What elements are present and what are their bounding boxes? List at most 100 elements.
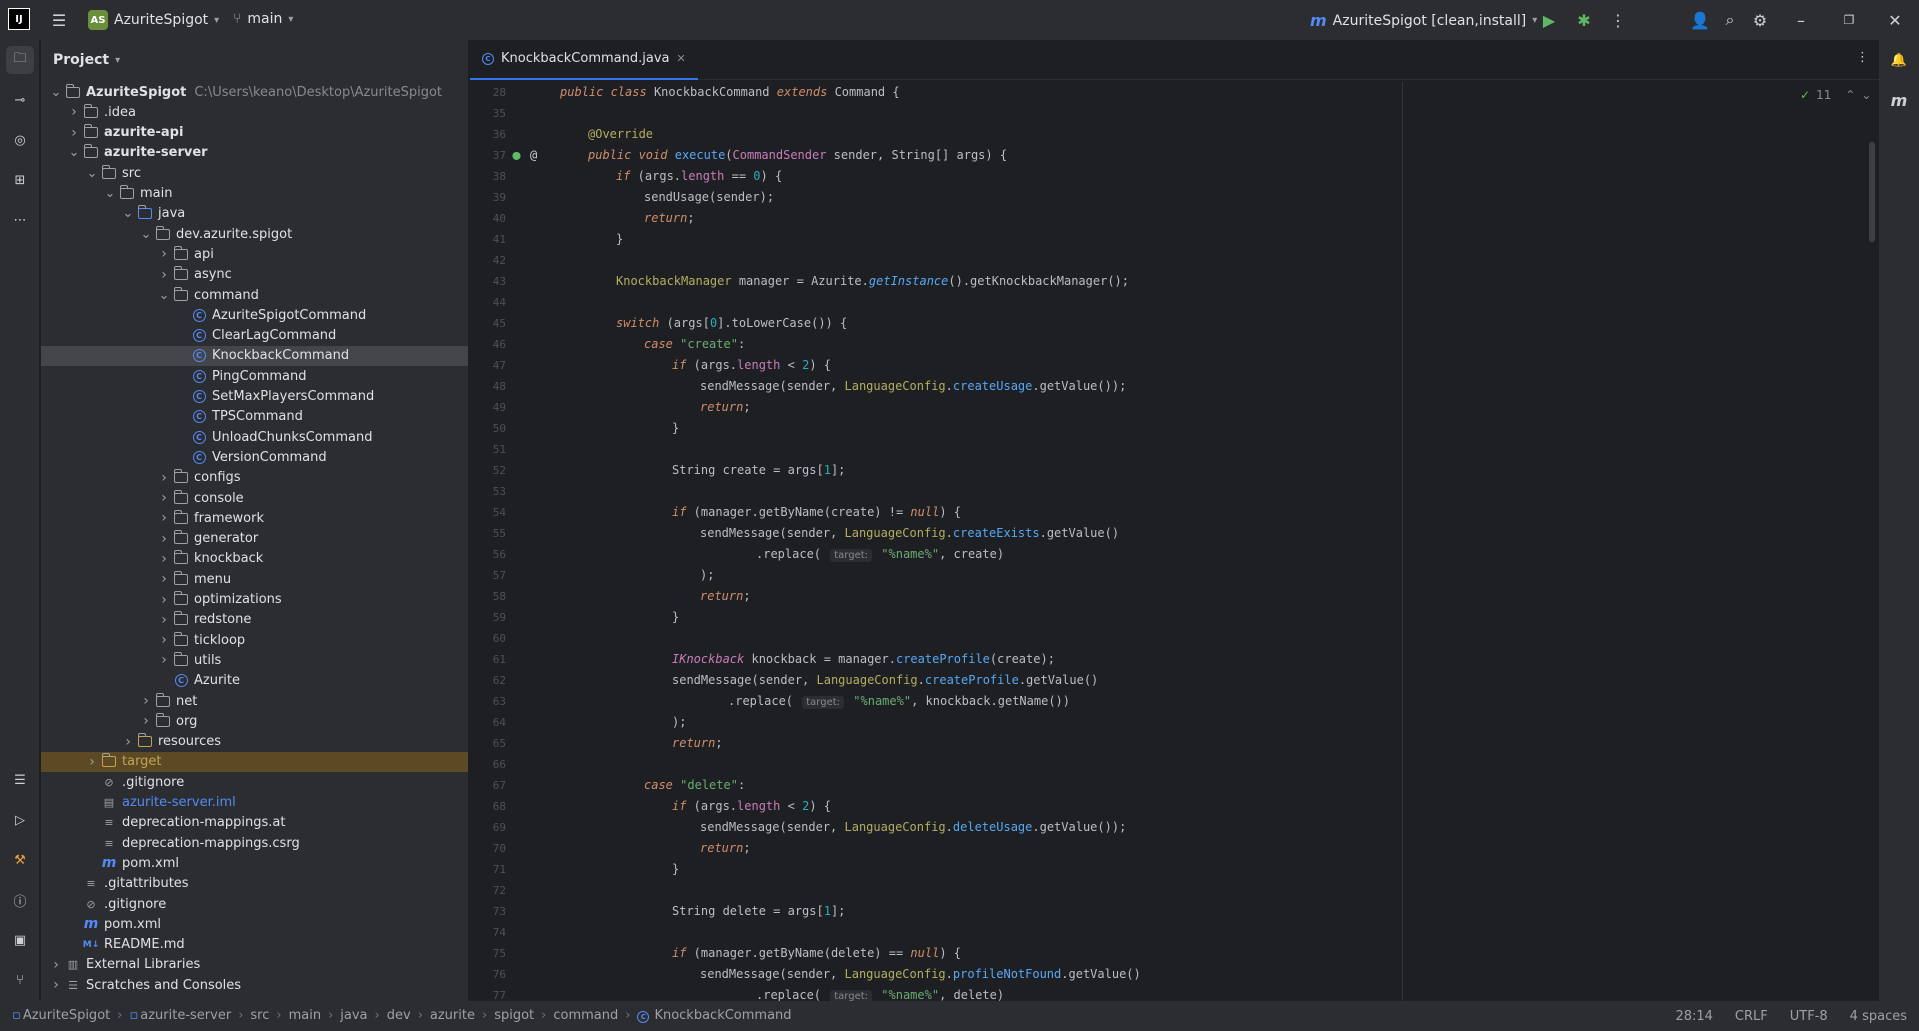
more-actions-icon[interactable]: ⋮ — [1604, 6, 1632, 34]
breadcrumb-item[interactable]: src — [250, 1008, 269, 1023]
tree-node[interactable]: › .idea — [41, 102, 468, 122]
project-switcher[interactable]: AS AzuriteSpigot ▾ — [88, 10, 219, 30]
structure-icon[interactable]: ⊞ — [6, 166, 34, 194]
run-config-selector[interactable]: m AzuriteSpigot [clean,install] ▾ — [1310, 11, 1537, 30]
chevron-right-icon[interactable]: › — [67, 104, 81, 120]
tree-node[interactable]: C ClearLagCommand — [41, 326, 468, 346]
tree-node[interactable]: C SetMaxPlayersCommand — [41, 387, 468, 407]
tree-node[interactable]: › async — [41, 265, 468, 285]
tree-node[interactable]: ⊘ .gitignore — [41, 772, 468, 792]
inspection-widget[interactable]: ✓ 11 ⌃ ⌄ — [1800, 88, 1871, 102]
tree-node[interactable]: ⊘ .gitignore — [41, 894, 468, 914]
tree-node[interactable]: ⌄ azurite-server — [41, 143, 468, 163]
breadcrumb-item[interactable]: java — [340, 1008, 367, 1023]
tree-node[interactable]: › azurite-api — [41, 123, 468, 143]
close-window-icon[interactable]: ✕ — [1881, 6, 1909, 34]
breadcrumb-item[interactable]: main — [289, 1008, 321, 1023]
tree-node[interactable]: › console — [41, 488, 468, 508]
tree-node[interactable]: C TPSCommand — [41, 407, 468, 427]
breadcrumb-item[interactable]: dev — [387, 1008, 411, 1023]
tree-node[interactable]: C KnockbackCommand — [41, 345, 468, 366]
todo-list-icon[interactable]: ☰ — [6, 766, 34, 794]
tree-node[interactable]: › resources — [41, 732, 468, 752]
tree-node[interactable]: C UnloadChunksCommand — [41, 427, 468, 447]
breadcrumb-item[interactable]: ▫ AzuriteSpigot — [12, 1008, 110, 1023]
tree-node[interactable]: C AzuriteSpigotCommand — [41, 305, 468, 325]
tabs-more-icon[interactable]: ⋮ — [1856, 50, 1869, 65]
tree-node[interactable]: ≡ deprecation-mappings.at — [41, 813, 468, 833]
tree-node[interactable]: › api — [41, 244, 468, 264]
tree-node[interactable]: C Azurite — [41, 671, 468, 691]
add-user-icon[interactable]: 👤 — [1686, 6, 1714, 34]
more-tools-icon[interactable]: ⋯ — [6, 206, 34, 234]
chevron-right-icon[interactable]: › — [85, 754, 99, 770]
breadcrumb-item[interactable]: spigot — [494, 1008, 534, 1023]
tree-node[interactable]: ⌄ dev.azurite.spigot — [41, 224, 468, 244]
search-icon[interactable]: ⌕ — [1716, 6, 1744, 34]
commit-icon[interactable]: ⊸ — [6, 86, 34, 114]
line-separator[interactable]: CRLF — [1735, 1009, 1768, 1024]
tree-node[interactable]: ⌄ command — [41, 285, 468, 305]
project-tool-folder-icon[interactable]: 🗀 — [6, 46, 34, 74]
minimize-icon[interactable]: – — [1787, 6, 1815, 34]
tree-node[interactable]: C PingCommand — [41, 366, 468, 386]
close-tab-icon[interactable]: ✕ — [676, 52, 685, 65]
notifications-bell-icon[interactable]: 🔔 — [1885, 46, 1913, 74]
chevron-right-icon[interactable]: › — [157, 531, 171, 547]
tree-node[interactable]: › configs — [41, 468, 468, 488]
breadcrumb-item[interactable]: command — [553, 1008, 618, 1023]
branch-switcher[interactable]: ⑂ main ▾ — [233, 11, 293, 27]
chevron-right-icon[interactable]: › — [49, 977, 63, 993]
chevron-down-icon[interactable]: ⌄ — [67, 145, 81, 160]
chevron-right-icon[interactable]: › — [157, 490, 171, 506]
breadcrumb-item[interactable]: ▫ azurite-server — [129, 1008, 231, 1023]
build-hammer-icon[interactable]: ⚒ — [6, 846, 34, 874]
chevron-right-icon[interactable]: › — [157, 571, 171, 587]
tree-node[interactable]: › optimizations — [41, 590, 468, 610]
chevron-down-icon[interactable]: ⌄ — [121, 206, 135, 221]
tree-node[interactable]: ⌄ src — [41, 163, 468, 183]
chevron-down-icon[interactable]: ⌄ — [157, 288, 171, 303]
problems-icon[interactable]: ⓘ — [6, 886, 34, 914]
tree-node[interactable]: › generator — [41, 529, 468, 549]
tree-node[interactable]: › menu — [41, 569, 468, 589]
git-icon[interactable]: ⑂ — [6, 966, 34, 994]
tree-node[interactable]: › tickloop — [41, 630, 468, 650]
services-icon[interactable]: ▷ — [6, 806, 34, 834]
restore-icon[interactable]: ❐ — [1835, 6, 1863, 34]
debug-icon[interactable]: ✱ — [1570, 6, 1598, 34]
annotation-marker-icon[interactable]: @ — [530, 148, 537, 162]
chevron-right-icon[interactable]: › — [49, 957, 63, 973]
tree-node[interactable]: › framework — [41, 508, 468, 528]
chevron-right-icon[interactable]: › — [157, 267, 171, 283]
run-icon[interactable]: ▶ — [1535, 6, 1563, 34]
chevron-right-icon[interactable]: › — [67, 125, 81, 141]
vertical-scrollbar[interactable] — [1869, 142, 1875, 242]
tree-node[interactable]: ≡ .gitattributes — [41, 874, 468, 894]
breadcrumb-item[interactable]: C KnockbackCommand — [637, 1008, 792, 1023]
terminal-icon[interactable]: ▣ — [6, 926, 34, 954]
tree-node[interactable]: ▤ azurite-server.iml — [41, 793, 468, 813]
chevron-right-icon[interactable]: › — [121, 734, 135, 750]
cursor-position[interactable]: 28:14 — [1675, 1009, 1712, 1024]
project-panel-header[interactable]: Project ▾ — [41, 40, 468, 80]
tree-node[interactable]: › net — [41, 691, 468, 711]
breadcrumb-item[interactable]: azurite — [430, 1008, 475, 1023]
tree-node[interactable]: ≡ deprecation-mappings.csrg — [41, 833, 468, 853]
tree-node[interactable]: M↓ README.md — [41, 935, 468, 955]
chevron-right-icon[interactable]: › — [157, 652, 171, 668]
chevron-right-icon[interactable]: › — [157, 612, 171, 628]
tree-node[interactable]: › ☰ Scratches and Consoles — [41, 975, 468, 995]
chevron-down-icon[interactable]: ⌄ — [85, 166, 99, 181]
pull-requests-icon[interactable]: ◎ — [6, 126, 34, 154]
tree-node[interactable]: › target — [41, 751, 468, 772]
tree-node[interactable]: C VersionCommand — [41, 447, 468, 467]
chevron-down-icon[interactable]: ⌄ — [103, 186, 117, 201]
tree-node[interactable]: m pom.xml — [41, 914, 468, 934]
chevron-right-icon[interactable]: › — [157, 510, 171, 526]
maven-tool-icon[interactable]: m — [1885, 86, 1913, 114]
file-encoding[interactable]: UTF-8 — [1790, 1009, 1828, 1024]
chevron-right-icon[interactable]: › — [139, 713, 153, 729]
tree-node[interactable]: m pom.xml — [41, 853, 468, 873]
tree-node[interactable]: › ▥ External Libraries — [41, 955, 468, 975]
